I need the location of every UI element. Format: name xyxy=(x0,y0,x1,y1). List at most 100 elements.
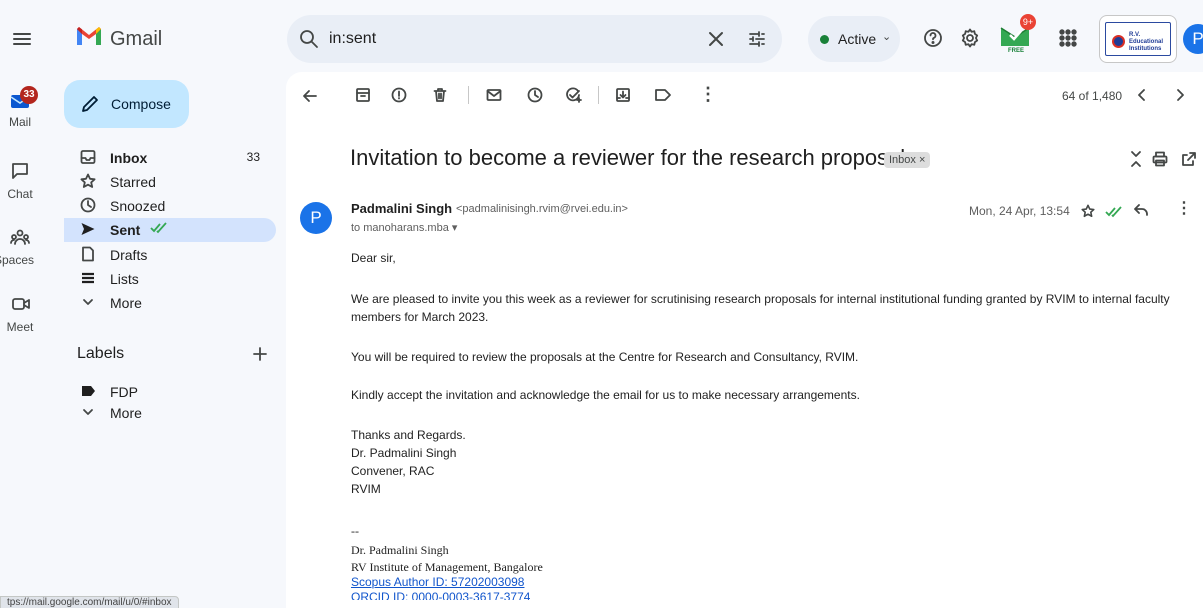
double-check-icon xyxy=(1105,206,1123,218)
nav-item-label: Snoozed xyxy=(110,198,166,214)
spaces-icon xyxy=(10,228,30,246)
message-more-icon[interactable]: ⋮ xyxy=(1176,198,1192,218)
help-icon[interactable] xyxy=(923,28,943,48)
addon-app-icon[interactable]: 9+ FREE xyxy=(998,14,1036,56)
move-to-icon[interactable] xyxy=(615,87,631,103)
star-icon xyxy=(80,173,96,189)
nav-item-drafts[interactable]: Drafts xyxy=(64,243,276,267)
sender-name[interactable]: Padmalini Singh xyxy=(351,201,452,216)
inbox-icon xyxy=(80,149,96,165)
open-new-window-icon[interactable] xyxy=(1181,151,1197,167)
nav-item-snoozed[interactable]: Snoozed xyxy=(64,194,276,218)
search-icon[interactable] xyxy=(299,29,319,49)
recipient-details-toggle[interactable]: to manoharans.mba ▾ xyxy=(351,221,457,234)
mail-unread-badge: 33 xyxy=(20,86,38,104)
reply-icon[interactable] xyxy=(1133,203,1149,217)
account-avatar[interactable]: P xyxy=(1183,24,1203,54)
sender-avatar[interactable]: P xyxy=(300,202,332,234)
report-spam-icon[interactable] xyxy=(391,87,407,103)
compose-label: Compose xyxy=(111,96,171,112)
gmail-logo-icon[interactable] xyxy=(75,25,103,47)
settings-gear-icon[interactable] xyxy=(960,28,980,48)
chat-icon xyxy=(11,162,29,180)
free-label: FREE xyxy=(1008,48,1025,54)
email-paragraph-2: You will be required to review the propo… xyxy=(351,350,859,364)
organization-logo[interactable]: R.V. Educational Institutions xyxy=(1099,15,1177,63)
back-arrow-icon[interactable] xyxy=(301,87,319,105)
active-status-dot-icon xyxy=(820,35,829,44)
newer-chevron-left-icon[interactable] xyxy=(1135,88,1149,102)
top-bar: Gmail in:sent Active ⌄ 9+ FREE R.V. Educ… xyxy=(0,0,1203,80)
snooze-clock-icon[interactable] xyxy=(527,87,543,103)
nav-item-label: Starred xyxy=(110,174,156,190)
nav-item-label: Lists xyxy=(110,271,139,287)
signature-separator: -- xyxy=(351,524,359,538)
org-logo-text: R.V. Educational Institutions xyxy=(1129,32,1164,52)
rail-meet-label: Meet xyxy=(6,320,34,334)
double-check-icon xyxy=(150,222,168,234)
closing-line: Convener, RAC xyxy=(351,464,435,478)
pagination-text: 64 of 1,480 xyxy=(1062,89,1123,103)
label-icon[interactable] xyxy=(654,87,672,103)
expand-all-icon[interactable] xyxy=(1129,150,1143,168)
add-label-plus-icon[interactable] xyxy=(252,346,268,362)
apps-badge: 9+ xyxy=(1020,14,1036,30)
older-chevron-right-icon[interactable] xyxy=(1173,88,1187,102)
status-bar-url: tps://mail.google.com/mail/u/0/#inbox xyxy=(0,596,179,608)
pencil-icon xyxy=(80,94,100,114)
clock-icon xyxy=(80,197,96,213)
nav-item-label: More xyxy=(110,295,142,311)
video-camera-icon xyxy=(11,295,31,313)
inbox-label-chip[interactable]: Inbox × xyxy=(884,152,931,168)
more-options-icon[interactable]: ⋮ xyxy=(699,84,717,105)
search-options-icon[interactable] xyxy=(747,29,767,49)
rail-mail[interactable]: 33 Mail xyxy=(0,86,40,136)
status-selector[interactable]: Active ⌄ xyxy=(808,16,900,62)
delete-trash-icon[interactable] xyxy=(432,87,448,103)
toolbar-divider xyxy=(598,86,599,104)
label-item-text: More xyxy=(110,405,142,421)
star-icon[interactable] xyxy=(1081,204,1095,218)
rail-spaces[interactable]: Spaces xyxy=(0,226,40,274)
add-to-tasks-icon[interactable] xyxy=(565,87,583,103)
rail-meet[interactable]: Meet xyxy=(0,293,40,341)
labels-more[interactable]: More xyxy=(64,401,276,425)
org-emblem-icon xyxy=(1112,35,1125,48)
list-icon xyxy=(80,270,96,286)
send-icon xyxy=(80,221,96,237)
nav-item-label: Drafts xyxy=(110,247,148,263)
scopus-link[interactable]: Scopus Author ID: 57202003098 xyxy=(351,575,524,589)
closing-line: Thanks and Regards. xyxy=(351,428,466,442)
clear-search-icon[interactable] xyxy=(707,30,725,48)
signature-organization: RV Institute of Management, Bangalore xyxy=(351,560,543,574)
rail-chat-label: Chat xyxy=(7,187,33,201)
email-paragraph-1: We are pleased to invite you this week a… xyxy=(351,292,1170,324)
compose-button[interactable]: Compose xyxy=(64,80,189,128)
status-label: Active xyxy=(838,31,877,47)
orcid-link[interactable]: ORCID ID: 0000-0003-3617-3774 xyxy=(351,590,530,600)
print-icon[interactable] xyxy=(1152,151,1168,167)
email-greeting: Dear sir, xyxy=(351,251,396,265)
nav-item-more[interactable]: More xyxy=(64,291,276,315)
rail-mail-label: Mail xyxy=(8,115,31,129)
signature-name: Dr. Padmalini Singh xyxy=(351,543,449,557)
search-input[interactable]: in:sent xyxy=(329,30,376,48)
nav-item-sent[interactable]: Sent xyxy=(64,218,276,242)
closing-line: RVIM xyxy=(351,482,381,496)
email-subject: Invitation to become a reviewer for the … xyxy=(350,145,917,170)
search-bar[interactable]: in:sent xyxy=(287,15,782,63)
inbox-count: 33 xyxy=(246,150,260,164)
nav-item-inbox[interactable]: Inbox 33 xyxy=(64,146,276,170)
nav-item-label: Sent xyxy=(110,222,141,238)
main-menu-icon[interactable] xyxy=(12,29,32,49)
nav-item-lists[interactable]: Lists xyxy=(64,267,276,291)
rail-chat[interactable]: Chat xyxy=(0,160,40,208)
archive-icon[interactable] xyxy=(355,87,371,103)
chevron-down-icon xyxy=(80,404,96,420)
rail-spaces-label: Spaces xyxy=(0,253,35,267)
mark-unread-icon[interactable] xyxy=(486,87,502,103)
email-date: Mon, 24 Apr, 13:54 xyxy=(969,204,1070,218)
labels-heading: Labels xyxy=(77,345,125,362)
google-apps-grid-icon[interactable] xyxy=(1058,28,1078,48)
nav-item-starred[interactable]: Starred xyxy=(64,170,276,194)
